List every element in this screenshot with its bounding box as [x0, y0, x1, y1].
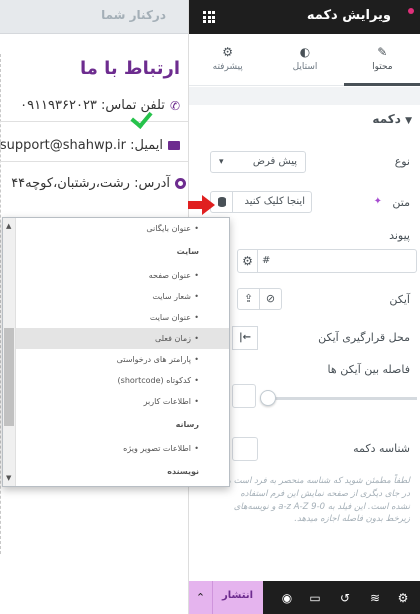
link-label: پیوند: [389, 229, 410, 242]
scroll-down-arrow-icon[interactable]: ▼: [6, 474, 11, 482]
tab-content[interactable]: ✎ محتوا: [343, 34, 420, 86]
panel-spacer: [189, 87, 420, 105]
preview-section-border: [0, 54, 1, 554]
text-label: متن: [392, 196, 410, 209]
tab-style[interactable]: ◐ استایل: [266, 34, 343, 85]
map-marker-icon: [175, 178, 186, 189]
tab-label: استایل: [292, 62, 318, 72]
group-header: رسانه: [175, 420, 199, 429]
icon-position-before-button[interactable]: |←: [232, 326, 258, 350]
divider: [0, 161, 188, 162]
red-arrow-icon: [188, 195, 215, 215]
notification-dot: [408, 8, 414, 14]
list-item[interactable]: پارامتر های درخواستی: [16, 349, 229, 370]
publish-options-chevron-up-icon[interactable]: ⌃: [189, 581, 213, 614]
caret-down-icon: ▼: [405, 116, 412, 126]
icon-label: آیکن: [389, 293, 410, 306]
publish-label: انتشار: [222, 590, 253, 601]
list-item[interactable]: عنوان صفحه: [16, 265, 229, 286]
no-icon-button[interactable]: ⊘: [259, 288, 282, 310]
panel-tabs: ✎ محتوا ◐ استایل ⚙ پیشرفته: [189, 34, 420, 86]
list-item[interactable]: کدکوتاه (shortcode): [16, 370, 229, 391]
type-label: نوع: [394, 155, 410, 168]
contact-address-text: آدرس: رشت،رشتبان،کوچه۴۴: [11, 176, 170, 191]
history-icon[interactable]: ↺: [337, 590, 353, 606]
list-item[interactable]: عنوان سایت: [16, 307, 229, 328]
icon-spacing-input[interactable]: [232, 384, 256, 408]
button-id-label: شناسه دکمه: [353, 442, 410, 455]
section-toggle-button[interactable]: ▼ دکمه: [372, 112, 412, 126]
panel-title: ویرایش دکمه: [306, 8, 391, 23]
settings-gear-icon[interactable]: ⚙: [395, 590, 411, 606]
text-input[interactable]: اینجا کلیک کنید: [232, 191, 312, 213]
phone-icon: ✆: [169, 98, 180, 113]
list-item[interactable]: شعار سایت: [16, 286, 229, 307]
list-item-selected[interactable]: زمان فعلی: [16, 328, 229, 349]
slider-handle[interactable]: [260, 390, 276, 406]
responsive-mode-icon[interactable]: ▭: [307, 590, 323, 606]
pencil-icon: ✎: [377, 45, 388, 59]
section-title: دکمه: [372, 112, 401, 126]
contact-phone: ✆ تلفن تماس: ۰۹۱۱۹۳۶۲۰۲۳: [20, 98, 180, 113]
ai-sparkle-icon[interactable]: ✦: [374, 196, 382, 207]
contrast-icon: ◐: [299, 45, 311, 59]
icon-position-label: محل قرارگیری آیکن: [318, 331, 410, 344]
scrollbar-thumb[interactable]: [4, 328, 14, 426]
apps-grid-icon[interactable]: [203, 11, 215, 23]
panel-header: ویرایش دکمه: [189, 0, 420, 34]
contact-email: ایمیل: support@shahwp.ir: [0, 138, 180, 153]
contact-email-text: ایمیل: support@shahwp.ir: [0, 138, 163, 153]
dynamic-tags-list[interactable]: ▲ ▼ عنوان بایگانی سایت عنوان صفحه شعار س…: [2, 217, 230, 487]
type-select[interactable]: پیش فرض: [210, 151, 306, 173]
link-options-gear-icon[interactable]: ⚙: [237, 249, 258, 273]
scrollbar[interactable]: ▲ ▼: [3, 218, 16, 486]
list-item[interactable]: عنوان بایگانی: [16, 218, 229, 239]
envelope-icon: [168, 141, 180, 150]
upload-icon[interactable]: ⇪: [237, 288, 260, 310]
tab-label: پیشرفته: [212, 62, 243, 72]
icon-spacing-label: فاصله بین آیکن ها: [327, 363, 410, 376]
scroll-up-arrow-icon[interactable]: ▲: [6, 222, 11, 230]
group-header: نویسنده: [167, 467, 199, 476]
tab-advanced[interactable]: ⚙ پیشرفته: [189, 34, 266, 85]
contact-address: آدرس: رشت،رشتبان،کوچه۴۴: [11, 176, 186, 191]
panel-footer: انتشار ⌃ ◉ ▭ ↺ ≋ ⚙: [189, 581, 420, 614]
list-item[interactable]: اطلاعات کاربر: [16, 391, 229, 412]
button-id-input[interactable]: [232, 437, 258, 461]
navigator-layers-icon[interactable]: ≋: [367, 590, 383, 606]
preview-tab[interactable]: درکنار شما: [0, 0, 188, 34]
icon-spacing-slider[interactable]: [269, 397, 417, 400]
group-header: سایت: [176, 247, 199, 256]
link-input[interactable]: #: [257, 249, 417, 273]
tab-label: محتوا: [372, 62, 393, 72]
gear-icon: ⚙: [222, 45, 234, 59]
help-text: لطفاً مطمئن شوید که شناسه منحصر به فرد ا…: [226, 476, 410, 525]
dynamic-tags-options: عنوان بایگانی سایت عنوان صفحه شعار سایت …: [16, 218, 229, 486]
divider: [0, 121, 188, 122]
preview-tab-label: درکنار شما: [101, 8, 166, 22]
eye-icon[interactable]: ◉: [279, 590, 295, 606]
contact-heading: ارتباط با ما: [79, 58, 180, 79]
list-item[interactable]: اطلاعات تصویر ویژه: [16, 438, 229, 459]
